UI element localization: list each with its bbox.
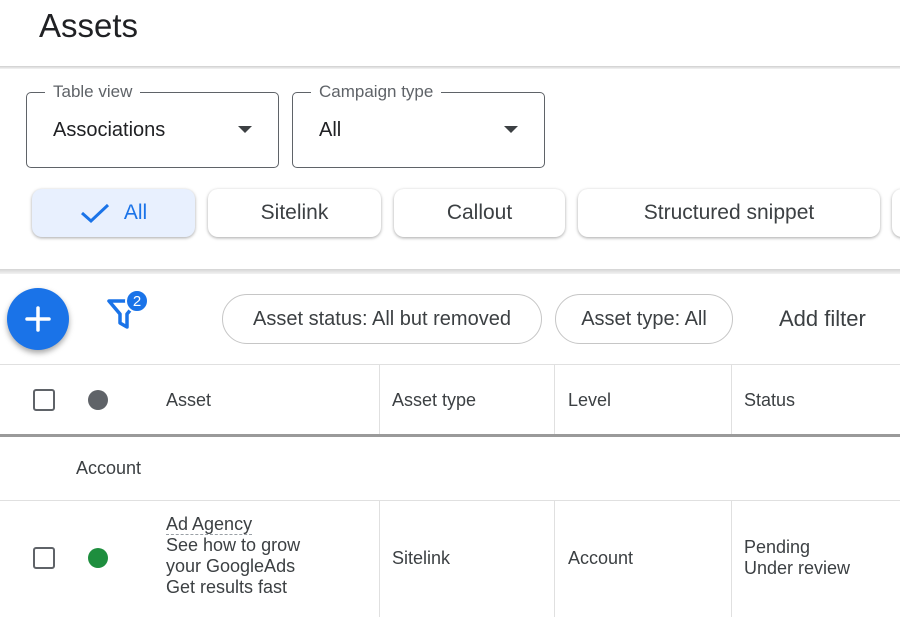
- chip-label: Callout: [446, 201, 513, 224]
- add-asset-button[interactable]: [7, 288, 69, 350]
- table-row: Ad Agency See how to grow your GoogleAds…: [0, 501, 900, 617]
- asset-line: your GoogleAds: [166, 556, 296, 576]
- table-header: Asset Asset type Level Status: [0, 364, 900, 435]
- page-header: Assets: [0, 0, 900, 66]
- select-all-checkbox[interactable]: [33, 389, 55, 411]
- column-divider: [554, 501, 555, 617]
- pill-label: Asset status: All but removed: [253, 307, 511, 330]
- campaign-type-select[interactable]: Campaign type All: [292, 82, 545, 168]
- asset-type-cell: Sitelink: [392, 548, 451, 568]
- page-title: Assets: [39, 7, 139, 44]
- chip-structured-snippet[interactable]: Structured snippet: [578, 189, 880, 237]
- chip-overflow[interactable]: [892, 189, 900, 237]
- chip-label: Structured snippet: [643, 201, 815, 224]
- dropdown-caret-icon: [238, 126, 252, 133]
- table-view-value: Associations: [53, 119, 166, 141]
- column-divider: [731, 364, 732, 434]
- column-divider: [379, 501, 380, 617]
- chip-all[interactable]: All: [32, 189, 195, 237]
- campaign-type-label: Campaign type: [311, 82, 442, 102]
- status-dot-header: [88, 390, 108, 410]
- column-header-asset-type[interactable]: Asset type: [392, 390, 476, 411]
- check-icon: [80, 203, 109, 224]
- asset-status-filter-pill[interactable]: Asset status: All but removed: [222, 294, 542, 344]
- add-filter-link[interactable]: Add filter: [779, 306, 866, 332]
- filter-count-badge: 2: [125, 289, 149, 313]
- chip-sitelink[interactable]: Sitelink: [208, 189, 381, 237]
- column-divider: [379, 364, 380, 434]
- column-header-asset[interactable]: Asset: [166, 390, 211, 411]
- row-checkbox[interactable]: [33, 547, 55, 569]
- column-header-level[interactable]: Level: [568, 390, 611, 411]
- asset-line: See how to grow: [166, 535, 301, 555]
- chip-label: Sitelink: [260, 201, 329, 224]
- plus-icon: [25, 306, 51, 332]
- status-primary: Pending: [744, 537, 811, 557]
- pill-label: Asset type: All: [581, 307, 707, 330]
- asset-title[interactable]: Ad Agency: [166, 514, 253, 535]
- chip-label: All: [123, 201, 148, 224]
- column-divider: [554, 364, 555, 434]
- table-view-select[interactable]: Table view Associations: [26, 82, 279, 168]
- asset-line: Get results fast: [166, 577, 288, 597]
- dropdown-caret-icon: [504, 126, 518, 133]
- asset-type-filter-pill[interactable]: Asset type: All: [555, 294, 733, 344]
- level-cell: Account: [568, 548, 634, 568]
- status-cell: Pending Under review: [744, 537, 850, 579]
- campaign-type-value: All: [319, 119, 342, 141]
- table-view-label: Table view: [45, 82, 141, 102]
- group-label: Account: [76, 458, 142, 478]
- column-header-status[interactable]: Status: [744, 390, 795, 411]
- asset-cell[interactable]: Ad Agency See how to grow your GoogleAds…: [166, 514, 300, 598]
- status-secondary: Under review: [744, 558, 851, 578]
- status-dot-enabled: [88, 548, 108, 568]
- column-divider: [731, 501, 732, 617]
- chip-callout[interactable]: Callout: [394, 189, 565, 237]
